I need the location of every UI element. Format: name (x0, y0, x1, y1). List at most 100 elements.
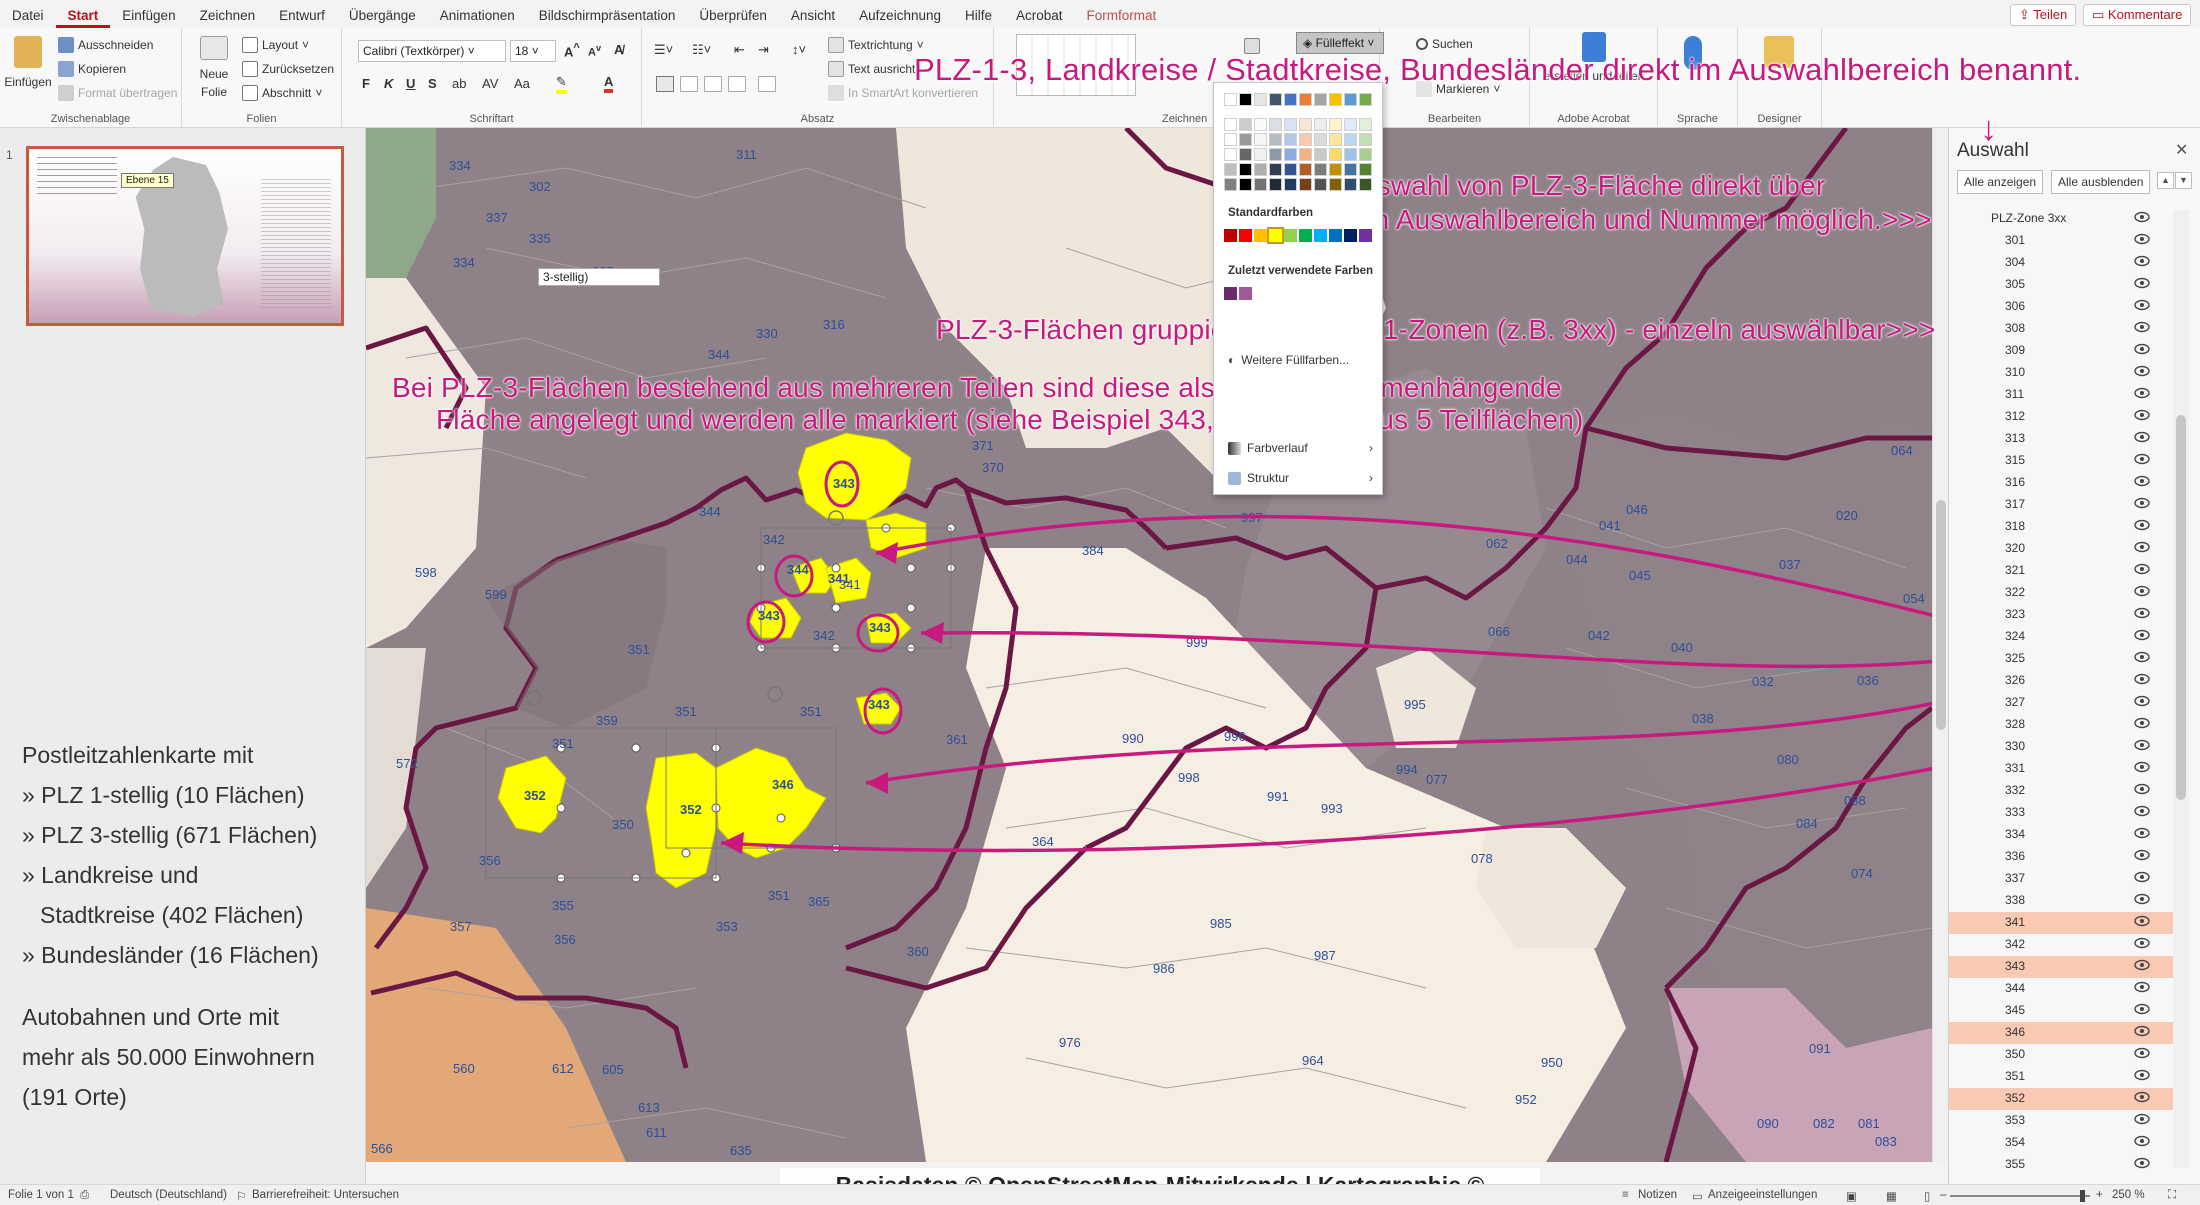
theme-color-swatch[interactable] (1314, 163, 1327, 176)
theme-color-swatch[interactable] (1299, 178, 1312, 191)
font-size-select[interactable]: 18 ˅ (510, 40, 556, 62)
recent-color-swatch[interactable] (1239, 287, 1252, 300)
grow-font-button[interactable]: A^ (564, 42, 580, 59)
zoom-in-icon[interactable]: + (2096, 1189, 2103, 1201)
theme-color-swatch[interactable] (1269, 93, 1282, 106)
eye-icon[interactable] (2134, 1091, 2150, 1103)
eye-icon[interactable] (2134, 1003, 2150, 1015)
eye-icon[interactable] (2134, 277, 2150, 289)
selection-item-row[interactable]: 353 (1949, 1110, 2181, 1132)
gradient-item[interactable]: Farbverlauf › (1228, 441, 1373, 455)
eye-icon[interactable] (2134, 1025, 2150, 1037)
theme-color-swatch[interactable] (1284, 148, 1297, 161)
menu-tab-animationen[interactable]: Animationen (428, 8, 527, 28)
theme-color-swatch[interactable] (1329, 133, 1342, 146)
theme-color-swatch[interactable] (1329, 118, 1342, 131)
numbering-button[interactable]: ☷˅ (692, 42, 711, 58)
theme-color-swatch[interactable] (1344, 178, 1357, 191)
theme-color-swatch[interactable] (1284, 118, 1297, 131)
standard-color-swatch[interactable] (1284, 229, 1297, 242)
selection-item-row[interactable]: 345 (1949, 1000, 2181, 1022)
standard-color-swatch[interactable] (1299, 229, 1312, 242)
bold-button[interactable]: F (362, 76, 370, 91)
eye-icon[interactable] (2134, 871, 2150, 883)
eye-icon[interactable] (2134, 453, 2150, 465)
fit-slide-icon[interactable]: ⛶ (2168, 1189, 2176, 1202)
menu-tab-übergänge[interactable]: Übergänge (337, 8, 428, 28)
normal-view-icon[interactable]: ▣ (1846, 1189, 1857, 1203)
eye-icon[interactable] (2134, 1069, 2150, 1081)
selection-item-row[interactable]: 350 (1949, 1044, 2181, 1066)
standard-color-swatch[interactable] (1254, 229, 1267, 242)
recent-color-swatch[interactable] (1224, 287, 1237, 300)
theme-color-swatch[interactable] (1269, 118, 1282, 131)
theme-color-swatch[interactable] (1329, 93, 1342, 106)
columns-button[interactable] (758, 76, 776, 92)
highlight-button[interactable]: ✎ (556, 74, 567, 94)
theme-color-swatch[interactable] (1269, 148, 1282, 161)
increase-indent-button[interactable]: ⇥ (758, 42, 769, 58)
theme-color-swatch[interactable] (1344, 118, 1357, 131)
theme-color-swatch[interactable] (1269, 163, 1282, 176)
selection-item-row[interactable]: 328 (1949, 714, 2181, 736)
theme-color-swatch[interactable] (1299, 93, 1312, 106)
eye-icon[interactable] (2134, 607, 2150, 619)
selection-item-row[interactable]: 304 (1949, 252, 2181, 274)
eye-icon[interactable] (2134, 1047, 2150, 1059)
theme-color-swatch[interactable] (1239, 133, 1252, 146)
selection-item-row[interactable]: 315 (1949, 450, 2181, 472)
eye-icon[interactable] (2134, 651, 2150, 663)
spellcheck-icon[interactable]: ⎙ (80, 1189, 89, 1202)
theme-color-swatch[interactable] (1314, 148, 1327, 161)
theme-color-swatch[interactable] (1344, 148, 1357, 161)
theme-color-swatch[interactable] (1299, 163, 1312, 176)
selection-item-row[interactable]: 305 (1949, 274, 2181, 296)
eye-icon[interactable] (2134, 299, 2150, 311)
bullets-button[interactable]: ☰˅ (654, 42, 673, 58)
eye-icon[interactable] (2134, 519, 2150, 531)
theme-color-swatch[interactable] (1299, 133, 1312, 146)
theme-color-swatch[interactable] (1314, 178, 1327, 191)
selection-item-row[interactable]: 312 (1949, 406, 2181, 428)
menu-tab-start[interactable]: Start (55, 8, 111, 28)
texture-item[interactable]: Struktur › (1228, 471, 1373, 485)
theme-color-swatch[interactable] (1284, 133, 1297, 146)
selection-item-row[interactable]: 326 (1949, 670, 2181, 692)
selection-group-row[interactable]: PLZ-Zone 3xx (1949, 208, 2181, 230)
more-fill-colors-item[interactable]: ◐ Weitere Füllfarben... (1228, 353, 1373, 367)
sorter-view-icon[interactable]: ▦ (1886, 1189, 1897, 1203)
eye-icon[interactable] (2134, 365, 2150, 377)
selection-item-row[interactable]: 344 (1949, 978, 2181, 1000)
fill-effect-button[interactable]: ◈ Fülleffekt ˅ (1296, 32, 1384, 54)
selection-item-row[interactable]: 352 (1949, 1088, 2181, 1110)
selection-item-row[interactable]: 321 (1949, 560, 2181, 582)
theme-color-swatch[interactable] (1254, 148, 1267, 161)
menu-tab-formformat[interactable]: Formformat (1075, 8, 1169, 28)
theme-color-swatch[interactable] (1224, 178, 1237, 191)
section-button[interactable]: Abschnitt ˅ (242, 85, 322, 101)
eye-icon[interactable] (2134, 959, 2150, 971)
cut-button[interactable]: Ausschneiden (58, 37, 153, 53)
selection-item-row[interactable]: 317 (1949, 494, 2181, 516)
theme-color-swatch[interactable] (1329, 148, 1342, 161)
standard-color-swatch[interactable] (1239, 229, 1252, 242)
standard-color-swatch[interactable] (1224, 229, 1237, 242)
theme-color-swatch[interactable] (1224, 148, 1237, 161)
selection-item-row[interactable]: 331 (1949, 758, 2181, 780)
theme-color-swatch[interactable] (1359, 148, 1372, 161)
eye-icon[interactable] (2134, 761, 2150, 773)
theme-color-swatch[interactable] (1299, 118, 1312, 131)
selection-item-row[interactable]: 354 (1949, 1132, 2181, 1154)
menu-tab-bildschirmpräsentation[interactable]: Bildschirmpräsentation (527, 8, 688, 28)
italic-button[interactable]: K (384, 76, 393, 91)
justify-button[interactable] (728, 76, 746, 92)
theme-color-swatch[interactable] (1314, 118, 1327, 131)
theme-color-swatch[interactable] (1284, 163, 1297, 176)
send-backward-icon[interactable]: ▼ (2175, 172, 2192, 189)
menu-tab-aufzeichnung[interactable]: Aufzeichnung (847, 8, 953, 28)
eye-icon[interactable] (2134, 805, 2150, 817)
menu-tab-ansicht[interactable]: Ansicht (779, 8, 847, 28)
selection-item-row[interactable]: 309 (1949, 340, 2181, 362)
eye-icon[interactable] (2134, 321, 2150, 333)
zoom-slider[interactable] (1950, 1195, 2090, 1197)
